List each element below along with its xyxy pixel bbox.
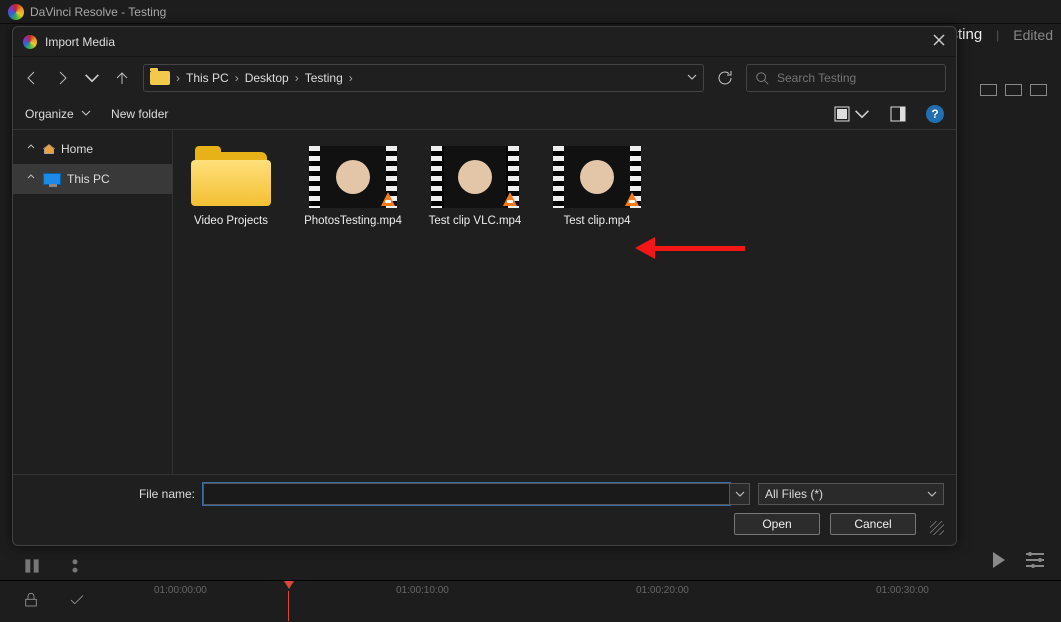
item-label: PhotosTesting.mp4 [304, 214, 402, 228]
filename-input[interactable] [203, 483, 730, 505]
auto-select-icon[interactable] [68, 591, 86, 609]
tree-label: This PC [67, 172, 110, 186]
home-icon [43, 143, 55, 155]
monitor-icon [43, 173, 61, 185]
bg-view-icons [980, 84, 1047, 96]
view-mode-button[interactable] [834, 106, 870, 122]
video-item[interactable]: Test clip.mp4 [549, 146, 645, 228]
item-label: Test clip VLC.mp4 [429, 214, 522, 228]
video-thumb-icon [309, 146, 397, 208]
search-box[interactable] [746, 64, 946, 92]
breadcrumb[interactable]: Desktop [245, 71, 289, 85]
item-label: Test clip.mp4 [563, 214, 630, 228]
refresh-button[interactable] [716, 69, 734, 87]
timecode: 01:00:00:00 [154, 585, 207, 596]
video-thumb-icon [553, 146, 641, 208]
bg-status: Edited [1013, 27, 1053, 43]
timeline: 01:00:00:00 01:00:10:00 01:00:20:00 01:0… [0, 580, 1061, 622]
breadcrumb-sep: › [349, 71, 353, 85]
address-bar[interactable]: › This PC › Desktop › Testing › [143, 64, 704, 92]
up-button[interactable] [113, 69, 131, 87]
folder-item[interactable]: Video Projects [183, 146, 279, 228]
preview-pane-button[interactable] [890, 106, 906, 122]
annotation-arrow [635, 237, 745, 259]
timecode: 01:00:30:00 [876, 585, 929, 596]
dialog-logo-icon [23, 35, 37, 49]
breadcrumb[interactable]: This PC [186, 71, 229, 85]
lock-icon[interactable] [22, 591, 40, 609]
address-expand[interactable] [687, 71, 697, 85]
playhead[interactable] [284, 581, 294, 621]
open-button[interactable]: Open [734, 513, 820, 535]
tree-thispc[interactable]: This PC [13, 164, 172, 194]
tool-icon [22, 556, 42, 576]
settings-sliders-icon[interactable] [1023, 548, 1047, 572]
recent-button[interactable] [83, 69, 101, 87]
back-button[interactable] [23, 69, 41, 87]
search-input[interactable] [777, 71, 937, 85]
folder-tree: Home This PC [13, 130, 173, 474]
tree-label: Home [61, 142, 93, 156]
video-item[interactable]: Test clip VLC.mp4 [427, 146, 523, 228]
video-thumb-icon [431, 146, 519, 208]
folder-icon [191, 146, 271, 208]
filename-history-button[interactable] [730, 483, 750, 505]
scissors-icon [70, 556, 90, 576]
file-list[interactable]: Video Projects PhotosTesting.mp4 Test cl… [173, 130, 956, 474]
app-logo-icon [8, 4, 24, 20]
bg-toolbar [22, 556, 90, 576]
filter-label: All Files (*) [765, 487, 823, 501]
item-label: Video Projects [194, 214, 268, 228]
bg-header-right: sting | Edited [950, 26, 1053, 43]
app-title: DaVinci Resolve - Testing [30, 5, 166, 19]
filetype-filter[interactable]: All Files (*) [758, 483, 944, 505]
tree-home[interactable]: Home [13, 134, 172, 164]
timecode: 01:00:20:00 [636, 585, 689, 596]
breadcrumb[interactable]: Testing [305, 71, 343, 85]
folder-icon [150, 71, 170, 85]
import-media-dialog: Import Media › This PC › Desktop › Testi… [12, 26, 957, 546]
breadcrumb-sep: › [235, 71, 239, 85]
cancel-button[interactable]: Cancel [830, 513, 916, 535]
video-item[interactable]: PhotosTesting.mp4 [305, 146, 401, 228]
timecode: 01:00:10:00 [396, 585, 449, 596]
search-icon [755, 71, 769, 85]
forward-button[interactable] [53, 69, 71, 87]
app-titlebar: DaVinci Resolve - Testing [0, 0, 1061, 24]
help-button[interactable]: ? [926, 105, 944, 123]
organize-menu[interactable]: Organize [25, 107, 91, 121]
play-around-icon[interactable] [987, 548, 1011, 572]
breadcrumb-sep: › [295, 71, 299, 85]
dialog-title: Import Media [45, 35, 115, 49]
breadcrumb-sep: › [176, 71, 180, 85]
close-button[interactable] [932, 33, 946, 50]
resize-grip-icon[interactable] [930, 521, 944, 535]
new-folder-button[interactable]: New folder [111, 107, 168, 121]
filename-label: File name: [25, 487, 195, 501]
